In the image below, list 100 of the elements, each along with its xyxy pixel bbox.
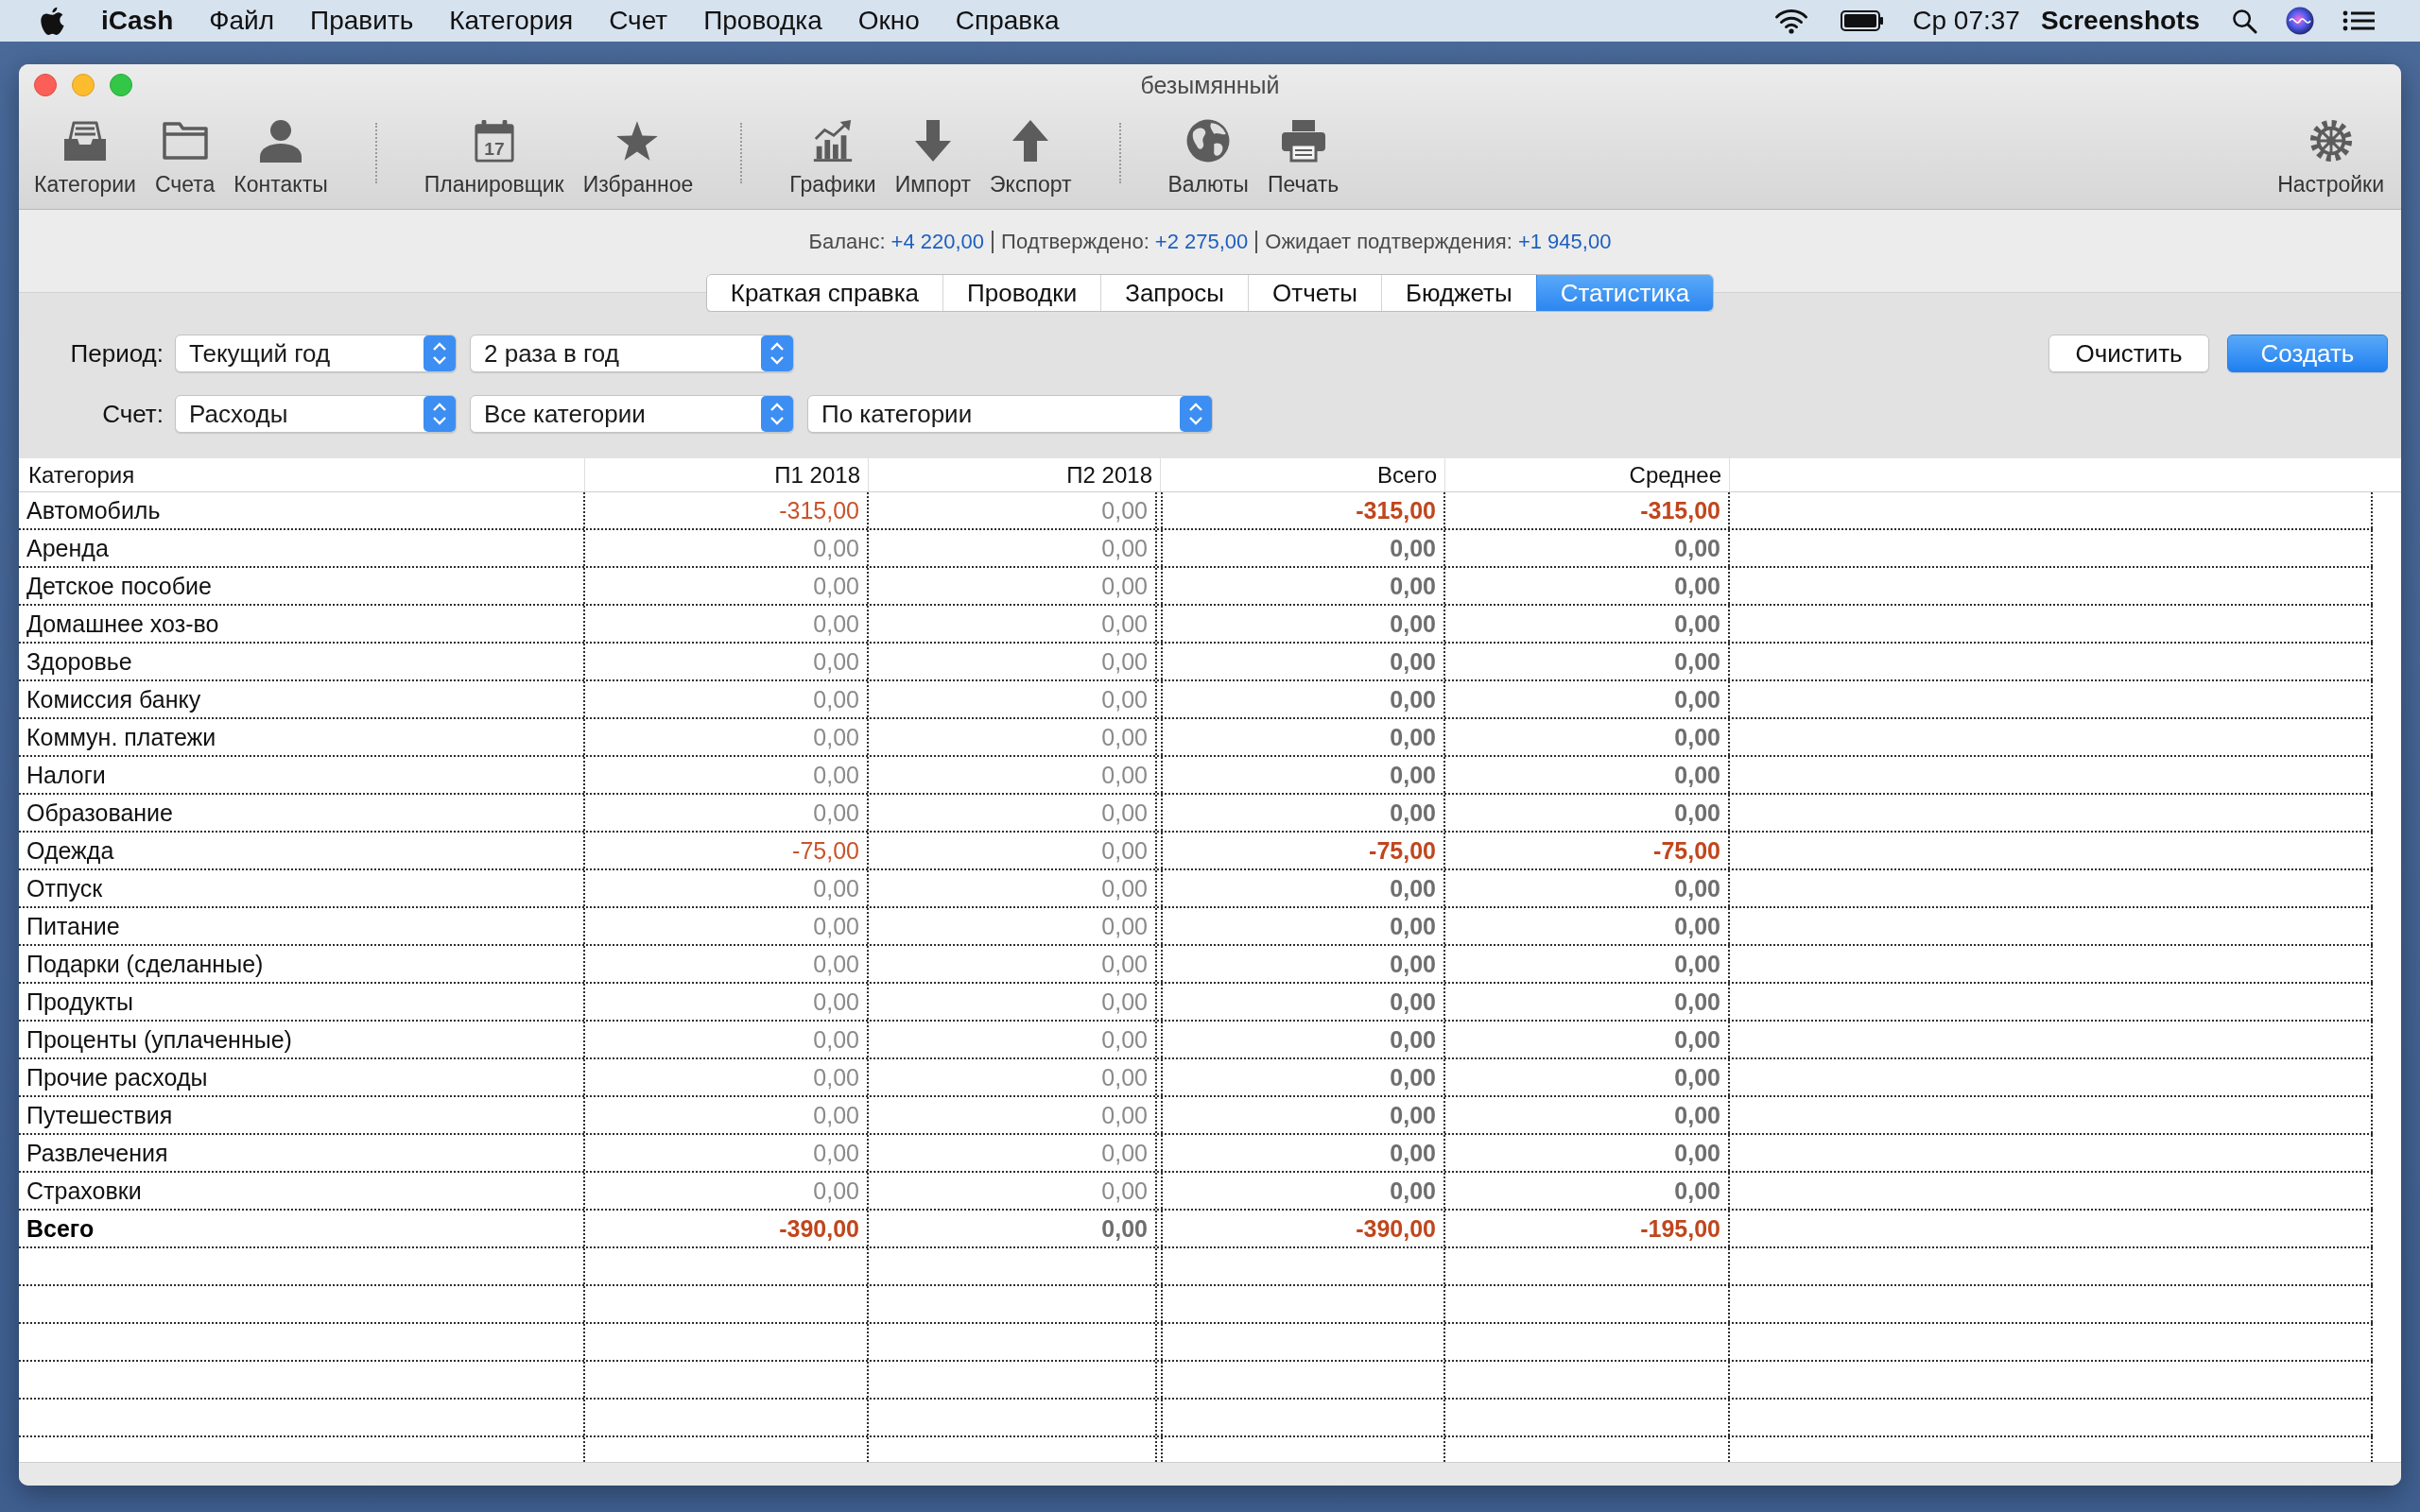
list-icon[interactable] [2342, 9, 2375, 32]
menu-item[interactable]: Файл [209, 6, 275, 36]
toolbar-button[interactable]: Счета [150, 119, 219, 198]
table-cell: -390,00 [1161, 1211, 1445, 1246]
table-cell: Всего [19, 1211, 585, 1246]
table-cell: 0,00 [869, 795, 1157, 831]
table-cell: -315,00 [1161, 492, 1445, 528]
toolbar-button[interactable]: Импорт [890, 119, 976, 198]
toolbar-button[interactable]: Настройки [2273, 119, 2388, 198]
table-cell: Одежда [19, 833, 585, 868]
tab[interactable]: Отчеты [1248, 275, 1381, 311]
table-cell: 0,00 [869, 1173, 1157, 1209]
table-cell: 0,00 [585, 908, 869, 944]
up-down-chevron-icon [761, 335, 793, 371]
column-header[interactable]: Всего [1161, 458, 1445, 491]
toolbar-button[interactable]: Валюты [1164, 119, 1253, 198]
table-cell: 0,00 [1161, 908, 1445, 944]
table-cell: 0,00 [869, 606, 1157, 642]
column-header[interactable]: Среднее [1445, 458, 1730, 491]
user-name[interactable]: Screenshots [2040, 6, 2200, 36]
table-cell: 0,00 [869, 833, 1157, 868]
close-button[interactable] [34, 74, 57, 96]
table-cell: 0,00 [1445, 795, 1730, 831]
toolbar-button[interactable]: Категории [30, 119, 140, 198]
column-header[interactable]: П2 2018 [869, 458, 1161, 491]
folder-icon [162, 119, 208, 163]
table-cell: 0,00 [1161, 644, 1445, 679]
table-cell: 0,00 [1161, 984, 1445, 1020]
table-cell: 0,00 [1445, 568, 1730, 604]
table-cell: 0,00 [585, 946, 869, 982]
table-cell: 0,00 [1445, 984, 1730, 1020]
apple-icon[interactable] [40, 6, 65, 36]
popup-button[interactable]: Текущий год [175, 335, 457, 372]
table-cell: 0,00 [869, 568, 1157, 604]
toolbar-button[interactable]: Печать [1263, 119, 1343, 198]
table-cell: 0,00 [1161, 1173, 1445, 1209]
table-cell: Детское пособие [19, 568, 585, 604]
battery-icon[interactable] [1841, 10, 1885, 31]
table-cell: 0,00 [1445, 644, 1730, 679]
toolbar-button[interactable]: Экспорт [986, 119, 1076, 198]
table-cell: 0,00 [1161, 946, 1445, 982]
popup-button[interactable]: Расходы [175, 395, 457, 433]
tab[interactable]: Краткая справка [706, 275, 943, 311]
orb-icon[interactable] [2286, 7, 2314, 35]
balance-label: Баланс: [808, 230, 886, 254]
table-cell: 0,00 [1161, 870, 1445, 906]
table-cell: Домашнее хоз-во [19, 606, 585, 642]
table-cell: 0,00 [585, 757, 869, 793]
popup-button[interactable]: Все категории [470, 395, 794, 433]
table-cell: Автомобиль [19, 492, 585, 528]
tab[interactable]: Бюджеты [1380, 275, 1536, 311]
table-cell: 0,00 [585, 1059, 869, 1095]
table-cell: 0,00 [869, 719, 1157, 755]
column-header[interactable]: П1 2018 [585, 458, 869, 491]
tab[interactable]: Проводки [942, 275, 1101, 311]
balance-value: +2 275,00 [1154, 230, 1249, 254]
table-cell: 0,00 [585, 568, 869, 604]
table-cell: 0,00 [585, 530, 869, 566]
table-cell: 0,00 [585, 1173, 869, 1209]
menu-item[interactable]: Счет [609, 6, 668, 36]
table-cell: 0,00 [1161, 681, 1445, 717]
table-cell: 0,00 [869, 984, 1157, 1020]
toolbar-button[interactable]: Графики [786, 119, 880, 198]
balance-label: Ожидает подтверждения: [1265, 230, 1512, 254]
popup-button[interactable]: По категории [807, 395, 1213, 433]
tray-icon [61, 119, 108, 163]
table-cell: -315,00 [585, 492, 869, 528]
table-cell: 0,00 [1445, 530, 1730, 566]
table-cell: 0,00 [1445, 1135, 1730, 1171]
menu-item[interactable]: Окно [857, 6, 920, 36]
table-cell: 0,00 [869, 530, 1157, 566]
table-cell: 0,00 [1161, 568, 1445, 604]
app-menu[interactable]: iCash [101, 6, 174, 36]
push-button[interactable]: Очистить [2048, 335, 2209, 372]
clock-text[interactable]: Ср 07:37 [1912, 6, 2020, 36]
tab[interactable]: Запросы [1100, 275, 1249, 311]
table-cell: 0,00 [869, 908, 1157, 944]
menu-item[interactable]: Проводка [703, 6, 822, 36]
table-cell: 0,00 [585, 984, 869, 1020]
table-cell: 0,00 [1161, 530, 1445, 566]
table-cell: Питание [19, 908, 585, 944]
search-icon[interactable] [2232, 8, 2257, 34]
table-cell: -75,00 [1161, 833, 1445, 868]
table-cell: -390,00 [585, 1211, 869, 1246]
popup-button[interactable]: 2 раза в год [470, 335, 794, 372]
menu-item[interactable]: Категория [449, 6, 574, 36]
menu-item[interactable]: Править [310, 6, 414, 36]
table-cell: Комиссия банку [19, 681, 585, 717]
table-cell: 0,00 [1445, 946, 1730, 982]
table-cell: Прочие расходы [19, 1059, 585, 1095]
toolbar-button[interactable]: Избранное [579, 119, 698, 198]
menu-item[interactable]: Справка [955, 6, 1060, 36]
toolbar-button[interactable]: Контакты [230, 119, 332, 198]
table-cell: 0,00 [1161, 757, 1445, 793]
wifi-icon[interactable] [1774, 8, 1809, 34]
toolbar-button[interactable]: 17 Планировщик [420, 119, 568, 198]
column-header[interactable]: Категория [19, 458, 585, 491]
table-cell: 0,00 [1445, 870, 1730, 906]
table-cell: Развлечения [19, 1135, 585, 1171]
up-down-chevron-icon [761, 396, 793, 432]
